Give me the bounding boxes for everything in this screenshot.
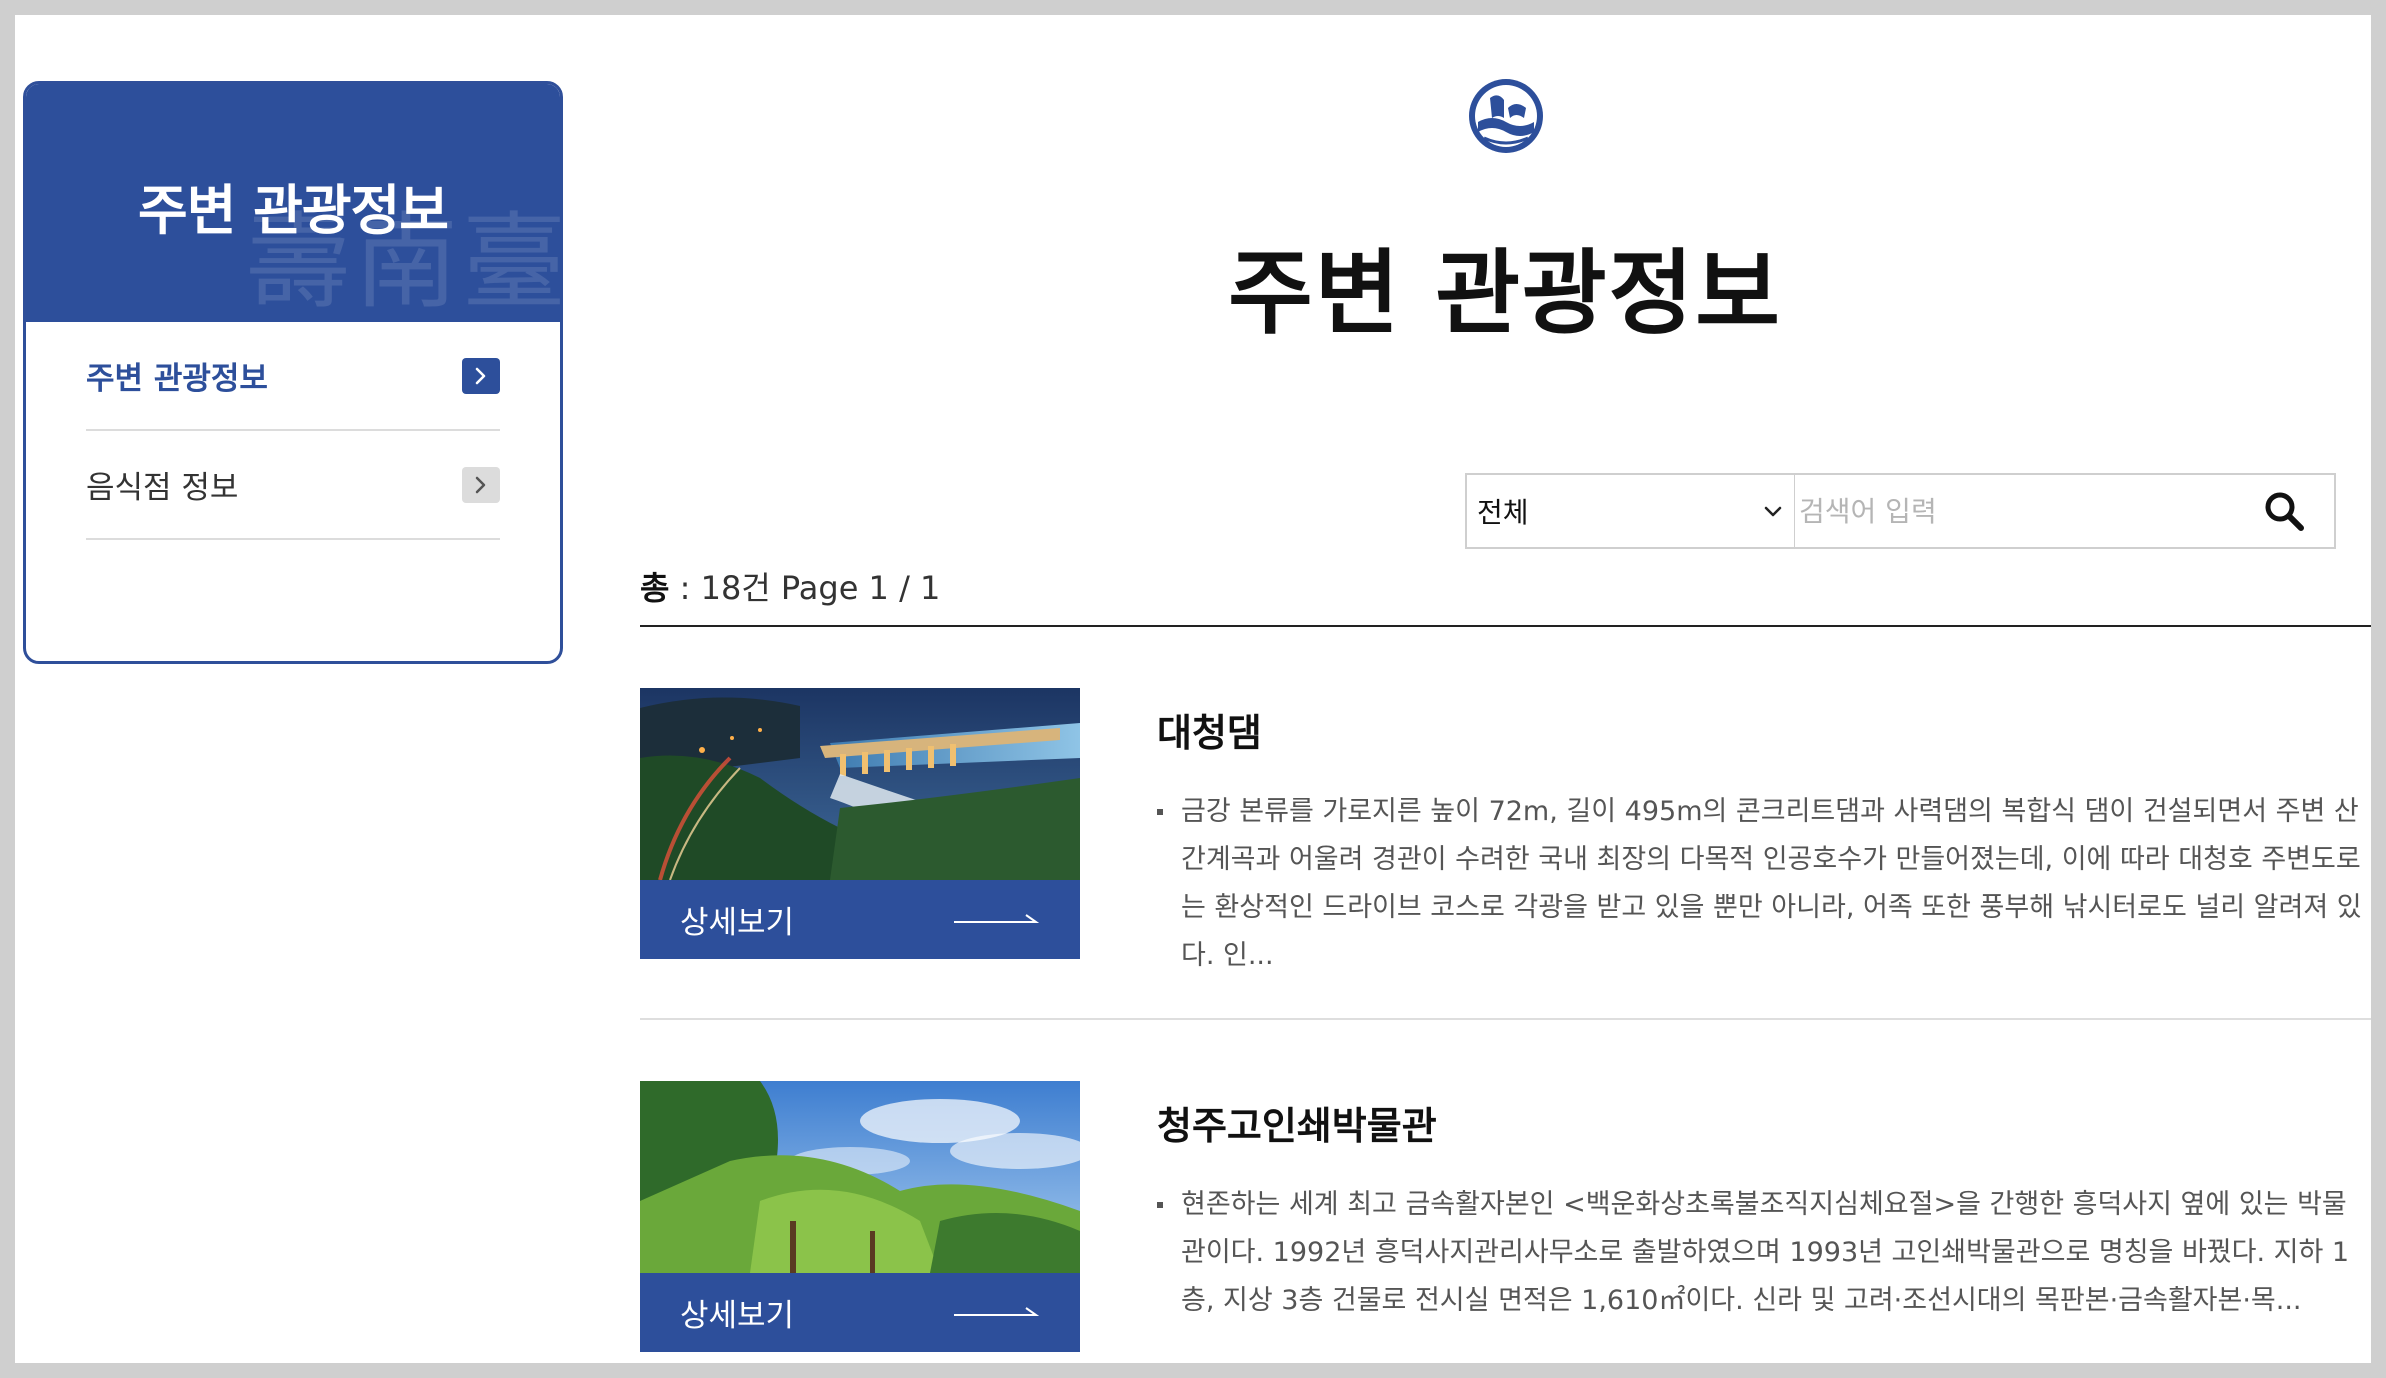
dam-night-image — [640, 688, 1080, 880]
detail-button[interactable]: 상세보기 — [640, 880, 1080, 959]
detail-button[interactable]: 상세보기 — [640, 1273, 1080, 1352]
category-select-value: 전체 — [1477, 496, 1529, 529]
sidebar: 壽南臺 주변 관광정보 주변 관광정보 음식점 정보 — [23, 81, 563, 664]
page-title: 주변 관광정보 — [1228, 239, 1782, 347]
item-description: 금강 본류를 가로지른 높이 72m, 길이 495m의 콘크리트댐과 사력댐의… — [1157, 788, 2367, 980]
item-divider — [640, 1018, 2371, 1020]
sidebar-item-label: 주변 관광정보 — [86, 361, 268, 397]
result-count-label: 총 — [640, 569, 670, 607]
search-bar: 전체 — [1465, 473, 2336, 549]
long-arrow-right-icon — [954, 913, 1040, 923]
emblem-logo — [1468, 78, 1544, 154]
item-title[interactable]: 청주고인쇄박물관 — [1157, 1095, 1437, 1150]
chevron-right-icon — [462, 466, 500, 503]
item-thumbnail[interactable]: 상세보기 — [640, 688, 1080, 959]
category-select[interactable]: 전체 — [1465, 473, 1795, 549]
search-field — [1795, 473, 2336, 549]
item-title[interactable]: 대청댐 — [1157, 702, 1262, 757]
search-icon — [2265, 492, 2304, 531]
chevron-right-icon — [462, 357, 500, 394]
item-thumbnail[interactable]: 상세보기 — [640, 1081, 1080, 1352]
museum-trees-image — [640, 1081, 1080, 1273]
item-description: 현존하는 세계 최고 금속활자본인 <백운화상초록불조직지심체요절>을 간행한 … — [1157, 1181, 2367, 1325]
result-count: 총 : 18건 Page 1 / 1 — [640, 563, 940, 609]
sidebar-item-tourism[interactable]: 주변 관광정보 — [86, 322, 500, 431]
search-input[interactable] — [1795, 475, 2234, 547]
sidebar-menu: 주변 관광정보 음식점 정보 — [26, 322, 560, 540]
sidebar-title: 주변 관광정보 — [138, 179, 449, 242]
detail-button-label: 상세보기 — [680, 905, 795, 941]
page-frame: 壽南臺 주변 관광정보 주변 관광정보 음식점 정보 주변 관광정보 전체 검색… — [15, 15, 2371, 1363]
sidebar-item-restaurant[interactable]: 음식점 정보 — [86, 431, 500, 540]
search-button[interactable] — [2234, 475, 2334, 547]
item-description-text: 현존하는 세계 최고 금속활자본인 <백운화상초록불조직지심체요절>을 간행한 … — [1181, 1189, 2350, 1316]
sidebar-header: 壽南臺 주변 관광정보 — [26, 84, 560, 322]
result-count-value: : 18건 Page 1 / 1 — [669, 569, 941, 607]
long-arrow-right-icon — [954, 1306, 1040, 1316]
bullet-icon — [1157, 809, 1163, 815]
sidebar-item-label: 음식점 정보 — [86, 470, 239, 506]
item-description-text: 금강 본류를 가로지른 높이 72m, 길이 495m의 콘크리트댐과 사력댐의… — [1181, 796, 2362, 971]
list-divider — [640, 625, 2371, 627]
detail-button-label: 상세보기 — [680, 1298, 795, 1334]
bullet-icon — [1157, 1202, 1163, 1208]
chevron-down-icon — [1764, 506, 1782, 517]
